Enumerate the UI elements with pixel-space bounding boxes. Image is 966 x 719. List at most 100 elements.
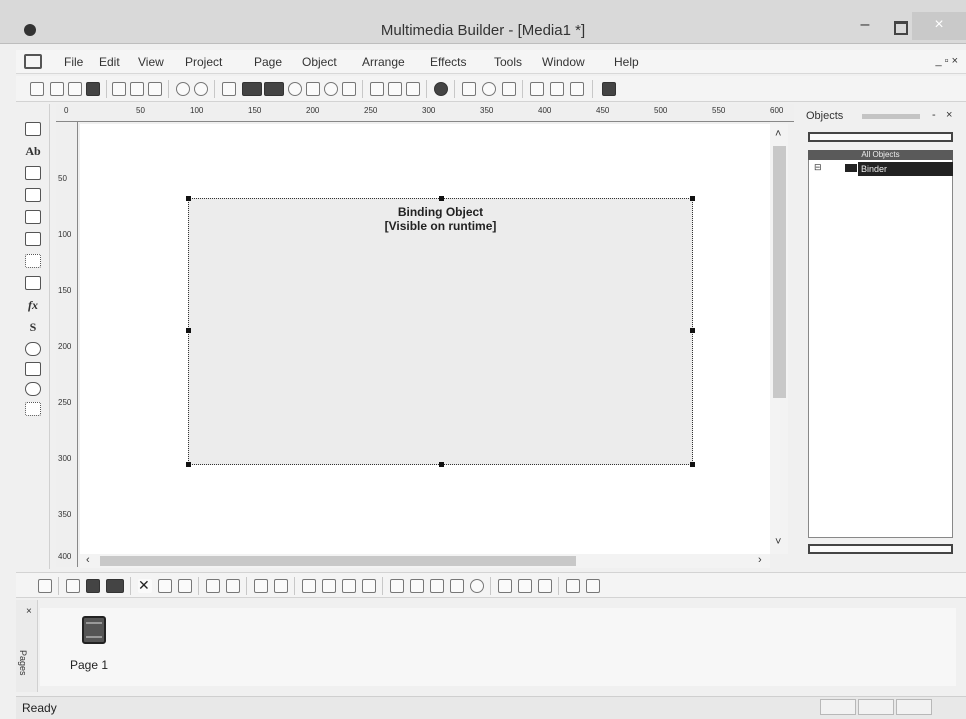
close-button[interactable]: ×	[912, 12, 966, 40]
same-width-icon[interactable]	[498, 579, 512, 593]
area-tool-icon[interactable]	[25, 254, 41, 268]
plugin-tool-icon[interactable]	[25, 402, 41, 416]
menu-view[interactable]: View	[138, 55, 164, 69]
search-tool-icon[interactable]	[25, 382, 41, 396]
preview-icon[interactable]	[222, 82, 236, 96]
scroll-right-arrow-icon[interactable]: ›	[758, 554, 762, 566]
new-page-icon[interactable]	[50, 82, 64, 96]
same-height-icon[interactable]	[518, 579, 532, 593]
copy-icon[interactable]	[130, 82, 144, 96]
layer-down-icon[interactable]	[362, 579, 376, 593]
script-tool-icon[interactable]: S	[25, 320, 41, 334]
resize-handle[interactable]	[186, 196, 191, 201]
binding-object[interactable]: Binding Object [Visible on runtime]	[186, 196, 695, 467]
layer-up-icon[interactable]	[342, 579, 356, 593]
scroll-down-arrow-icon[interactable]: ˅	[775, 536, 781, 548]
rectangle-tool-icon[interactable]	[25, 210, 41, 224]
tree-expand-icon[interactable]: ⊟	[814, 162, 822, 173]
compile-icon[interactable]	[530, 82, 544, 96]
text-tool-icon[interactable]: Ab	[25, 144, 41, 158]
objects-panel-grip[interactable]	[862, 114, 920, 119]
send-backward-icon[interactable]	[86, 579, 100, 593]
horizontal-scroll-thumb[interactable]	[100, 556, 576, 566]
link-icon[interactable]	[388, 82, 402, 96]
resize-handle[interactable]	[186, 328, 191, 333]
plus-icon[interactable]	[502, 82, 516, 96]
run-icon[interactable]	[550, 82, 564, 96]
scroll-left-arrow-icon[interactable]: ‹	[86, 554, 90, 566]
bitmap-button-icon[interactable]	[25, 188, 41, 202]
undo-icon[interactable]	[176, 82, 190, 96]
move-left-icon[interactable]	[158, 579, 172, 593]
menu-arrange[interactable]: Arrange	[362, 55, 405, 69]
menu-project[interactable]: Project	[185, 55, 222, 69]
pages-list[interactable]	[40, 608, 956, 686]
mdi-window-controls[interactable]: _ ▫ ×	[935, 55, 958, 67]
menu-tools[interactable]: Tools	[494, 55, 522, 69]
script-icon[interactable]	[406, 82, 420, 96]
cut-icon[interactable]	[112, 82, 126, 96]
formula-tool-icon[interactable]: fx	[25, 298, 41, 312]
pointer-icon[interactable]	[462, 82, 476, 96]
resize-handle[interactable]	[690, 328, 695, 333]
list-tool-icon[interactable]	[25, 276, 41, 290]
pages-close-icon[interactable]: ×	[26, 606, 32, 617]
menu-object[interactable]: Object	[302, 55, 337, 69]
vertical-scroll-thumb[interactable]	[773, 146, 786, 398]
media-tool-icon[interactable]	[25, 342, 41, 356]
bring-forward-icon[interactable]	[66, 579, 80, 593]
move-right-icon[interactable]	[178, 579, 192, 593]
edit-object-icon[interactable]	[206, 579, 220, 593]
align-right-icon[interactable]	[274, 579, 288, 593]
menu-help[interactable]: Help	[614, 55, 639, 69]
save-icon[interactable]	[86, 82, 100, 96]
new-icon[interactable]	[30, 82, 44, 96]
space-horizontal-icon[interactable]	[566, 579, 580, 593]
menu-effects[interactable]: Effects	[430, 55, 466, 69]
record-icon[interactable]	[434, 82, 448, 96]
center-on-page-icon[interactable]	[470, 579, 484, 593]
move-icon[interactable]	[306, 82, 320, 96]
bring-to-front-icon[interactable]	[302, 579, 316, 593]
align-top-icon[interactable]	[390, 579, 404, 593]
delete-icon[interactable]: ✕	[138, 578, 152, 593]
minimize-button[interactable]: –	[852, 17, 878, 36]
text-icon[interactable]	[370, 82, 384, 96]
resize-handle[interactable]	[690, 196, 695, 201]
open-icon[interactable]	[68, 82, 82, 96]
same-size-icon[interactable]	[538, 579, 552, 593]
panel-pin-icon[interactable]: -	[932, 109, 936, 121]
page-item-label[interactable]: Page 1	[70, 658, 108, 672]
resize-handle[interactable]	[186, 462, 191, 467]
document-tool-icon[interactable]	[25, 362, 41, 376]
redo-icon[interactable]	[194, 82, 208, 96]
export-icon[interactable]	[570, 82, 584, 96]
image-tool-icon[interactable]	[25, 166, 41, 180]
panel-close-icon[interactable]: ×	[946, 109, 952, 121]
resize-handle[interactable]	[439, 196, 444, 201]
menu-edit[interactable]: Edit	[99, 55, 120, 69]
paste-icon[interactable]	[148, 82, 162, 96]
align-middle-icon[interactable]	[410, 579, 424, 593]
menu-page[interactable]: Page	[254, 55, 282, 69]
align-center-icon[interactable]	[450, 579, 464, 593]
space-vertical-icon[interactable]	[586, 579, 600, 593]
resize-handle[interactable]	[690, 462, 695, 467]
tree-item-binder[interactable]: Binder	[858, 162, 953, 176]
resize-handle[interactable]	[439, 462, 444, 467]
zoom-icon[interactable]	[324, 82, 338, 96]
frame-icon[interactable]	[342, 82, 356, 96]
object-properties-icon[interactable]	[226, 579, 240, 593]
grid-icon[interactable]	[242, 82, 262, 96]
frame-tool-icon[interactable]	[25, 232, 41, 246]
page-properties-icon[interactable]	[38, 579, 52, 593]
menu-window[interactable]: Window	[542, 55, 585, 69]
maximize-button[interactable]	[886, 18, 912, 36]
objects-properties-field[interactable]	[808, 544, 953, 554]
tree-root-item[interactable]: All Objects	[808, 150, 953, 160]
shape-icon[interactable]	[288, 82, 302, 96]
menu-file[interactable]: File	[64, 55, 83, 69]
objects-tree[interactable]	[808, 150, 953, 538]
group-icon[interactable]	[106, 579, 124, 593]
objects-filter-field[interactable]	[808, 132, 953, 142]
